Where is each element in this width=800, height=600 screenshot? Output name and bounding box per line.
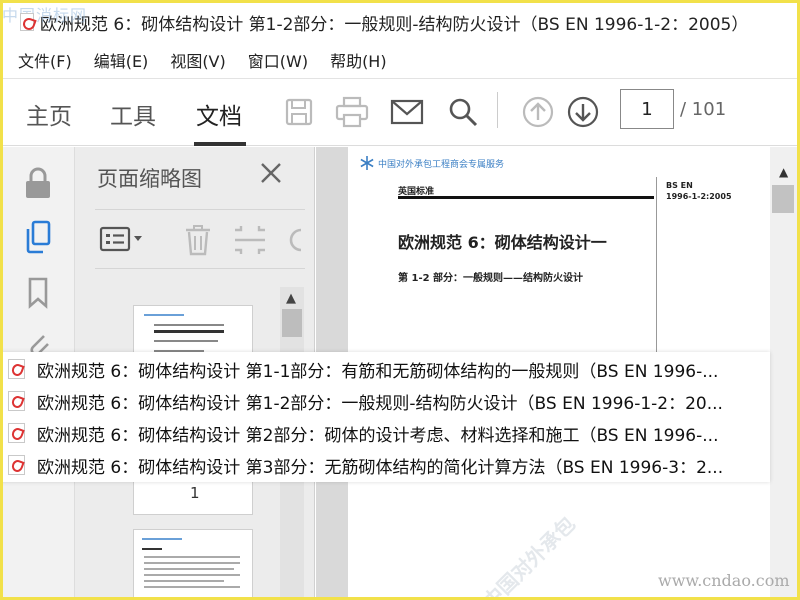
diagonal-watermark: 中国对外承包 xyxy=(478,511,580,600)
toolbar-separator xyxy=(497,92,498,128)
mail-icon[interactable] xyxy=(390,95,424,129)
scroll-up-arrow-icon[interactable]: ▲ xyxy=(286,291,296,306)
page-number-input[interactable]: 1 xyxy=(620,89,674,129)
pdf-file-icon xyxy=(8,423,25,443)
thumbnail-tools xyxy=(95,209,305,269)
doc-standard-number: BS EN 1996-1-2:2005 xyxy=(666,181,732,201)
document-scrollbar[interactable]: ▲ xyxy=(770,147,800,600)
menu-bar: 文件(F) 编辑(E) 视图(V) 窗口(W) 帮助(H) xyxy=(0,44,800,76)
pages-icon[interactable] xyxy=(20,219,56,255)
print-icon[interactable] xyxy=(335,95,369,129)
pdf-file-icon xyxy=(8,455,25,475)
page-thumbnail-2[interactable] xyxy=(133,529,253,600)
related-documents-popup: 欧洲规范 6：砌体结构设计 第1-1部分：有筋和无筋砌体结构的一般规则（BS E… xyxy=(0,352,770,482)
tab-home[interactable]: 主页 xyxy=(26,97,72,131)
menu-view[interactable]: 视图(V) xyxy=(170,48,225,72)
active-tab-indicator xyxy=(194,142,246,146)
menu-file[interactable]: 文件(F) xyxy=(18,48,72,72)
title-bar: 中国消标网 欧洲规范 6：砌体结构设计 第1-2部分：一般规则-结构防火设计（B… xyxy=(0,0,800,44)
bookmark-icon[interactable] xyxy=(20,275,56,311)
thumbnail-scroll-thumb[interactable] xyxy=(282,309,302,337)
brand-header: 中国对外承包工程商会专属服务 xyxy=(360,156,504,170)
close-icon[interactable] xyxy=(257,159,285,187)
list-item[interactable]: 欧洲规范 6：砌体结构设计 第1-1部分：有筋和无筋砌体结构的一般规则（BS E… xyxy=(8,355,758,383)
list-item-label: 欧洲规范 6：砌体结构设计 第1-1部分：有筋和无筋砌体结构的一般规则（BS E… xyxy=(37,361,719,382)
list-item[interactable]: 欧洲规范 6：砌体结构设计 第3部分：无筋砌体结构的简化计算方法（BS EN 1… xyxy=(8,451,758,479)
window-title: 欧洲规范 6：砌体结构设计 第1-2部分：一般规则-结构防火设计（BS EN 1… xyxy=(40,14,749,35)
search-icon[interactable] xyxy=(446,95,480,129)
page-total: / 101 xyxy=(680,99,727,120)
menu-window[interactable]: 窗口(W) xyxy=(248,48,308,72)
doc-subtitle: 第 1-2 部分：一般规则——结构防火设计 xyxy=(398,273,584,284)
page-down-icon[interactable] xyxy=(566,95,600,129)
panel-title: 页面缩略图 xyxy=(97,167,202,191)
tab-tools[interactable]: 工具 xyxy=(110,97,156,131)
list-item-label: 欧洲规范 6：砌体结构设计 第3部分：无筋砌体结构的简化计算方法（BS EN 1… xyxy=(37,457,724,478)
thumbnail-options-icon[interactable] xyxy=(99,226,145,256)
site-watermark: 中国消标网 xyxy=(2,6,88,25)
pdf-file-icon xyxy=(8,359,25,379)
rotate-icon[interactable] xyxy=(285,226,305,258)
tab-document[interactable]: 文档 xyxy=(196,97,242,131)
snowflake-logo-icon xyxy=(360,156,374,170)
doc-header-rule xyxy=(398,196,654,199)
pdf-app-icon xyxy=(20,13,34,31)
doc-title: 欧洲规范 6：砌体结构设计一 xyxy=(398,233,607,252)
crop-icon[interactable] xyxy=(233,224,267,260)
list-item[interactable]: 欧洲规范 6：砌体结构设计 第2部分：砌体的设计考虑、材料选择和施工（BS EN… xyxy=(8,419,758,447)
menu-edit[interactable]: 编辑(E) xyxy=(94,48,149,72)
save-icon[interactable] xyxy=(282,95,316,129)
pdf-file-icon xyxy=(8,391,25,411)
footer-site-watermark: www.cndao.com xyxy=(658,571,790,590)
lock-icon[interactable] xyxy=(20,165,56,201)
list-item-label: 欧洲规范 6：砌体结构设计 第1-2部分：一般规则-结构防火设计（BS EN 1… xyxy=(37,393,723,414)
scroll-up-arrow-icon[interactable]: ▲ xyxy=(779,165,788,179)
document-scroll-thumb[interactable] xyxy=(772,185,794,213)
page-up-icon[interactable] xyxy=(521,95,555,129)
list-item-label: 欧洲规范 6：砌体结构设计 第2部分：砌体的设计考虑、材料选择和施工（BS EN… xyxy=(37,425,719,446)
list-item[interactable]: 欧洲规范 6：砌体结构设计 第1-2部分：一般规则-结构防火设计（BS EN 1… xyxy=(8,387,758,415)
brand-text: 中国对外承包工程商会专属服务 xyxy=(378,159,505,170)
trash-icon[interactable] xyxy=(183,224,213,260)
thumbnail-page-number: 1 xyxy=(190,484,200,502)
menu-help[interactable]: 帮助(H) xyxy=(330,48,387,72)
